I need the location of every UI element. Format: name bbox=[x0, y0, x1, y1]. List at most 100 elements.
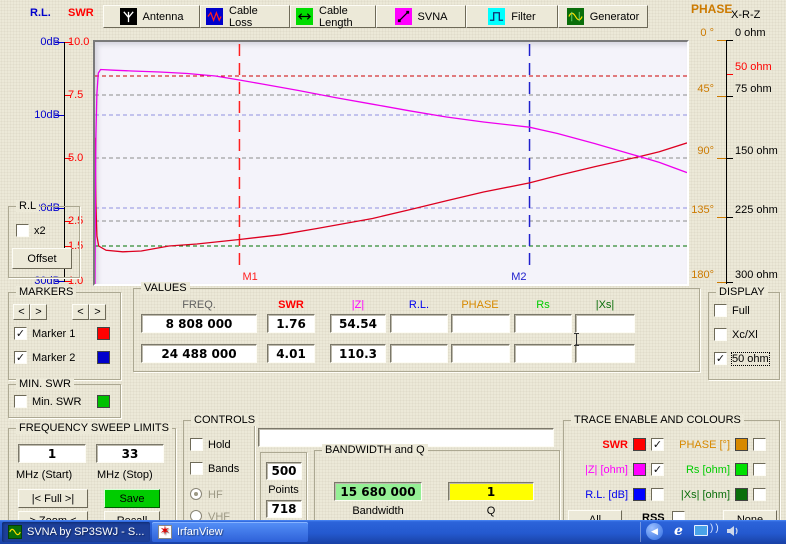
marker-label-m1: M1 bbox=[242, 271, 257, 283]
marker1-rs-value[interactable] bbox=[514, 314, 572, 333]
offset-button[interactable]: Offset bbox=[12, 248, 72, 269]
axis-tick bbox=[717, 282, 726, 283]
marker2-rl-value[interactable] bbox=[390, 344, 448, 363]
taskbar-task-irfanview-label: IrfanView bbox=[177, 526, 223, 538]
marker1-prev-button[interactable]: < bbox=[13, 304, 30, 320]
trace-item-phase: PHASE [°] bbox=[658, 438, 766, 451]
display-xcxl-checkbox[interactable] bbox=[714, 328, 727, 341]
marker1-phase-value[interactable] bbox=[451, 314, 510, 333]
marker2-label: Marker 2 bbox=[32, 352, 75, 364]
marker2-prev-button[interactable]: < bbox=[72, 304, 89, 320]
marker1-rl-value[interactable] bbox=[390, 314, 448, 333]
trace-phase-swatch[interactable] bbox=[735, 438, 748, 451]
hold-label: Hold bbox=[208, 439, 231, 451]
generator-tab-label: Generator bbox=[590, 11, 640, 23]
trace-rl-swatch[interactable] bbox=[633, 488, 646, 501]
tray-collapse-icon[interactable]: ◀ bbox=[646, 523, 663, 540]
plot-canvas: M1M2 bbox=[95, 42, 687, 284]
marker1-next-button[interactable]: > bbox=[30, 304, 47, 320]
bandwidth-value[interactable]: 15 680 000 bbox=[334, 482, 422, 501]
stop-freq-input[interactable]: 33 bbox=[96, 444, 164, 463]
hf-label: HF bbox=[208, 489, 223, 501]
trace-swr-swatch[interactable] bbox=[633, 438, 646, 451]
axis-tick bbox=[727, 40, 733, 41]
hold-checkbox[interactable] bbox=[190, 438, 203, 451]
values-header-rs: Rs bbox=[513, 299, 573, 311]
tray-network-icon[interactable] bbox=[694, 525, 708, 536]
start-freq-input[interactable]: 1 bbox=[18, 444, 86, 463]
taskbar-task-svna-label: SVNA by SP3SWJ - S... bbox=[27, 526, 144, 538]
marker2-swr-value[interactable]: 4.01 bbox=[267, 344, 315, 363]
z-axis-tick-label: 150 ohm bbox=[735, 145, 783, 157]
trace-item-rs: Rs [ohm] bbox=[658, 463, 766, 476]
bandwidth-group-title: BANDWIDTH and Q bbox=[322, 444, 428, 456]
svna-tab-button[interactable]: SVNA bbox=[376, 5, 466, 28]
rl-offset-group-title: R.L bbox=[16, 200, 39, 212]
marker1-color-swatch[interactable] bbox=[97, 327, 110, 340]
points-input[interactable]: 500 bbox=[266, 462, 302, 480]
values-header-rl: R.L. bbox=[389, 299, 449, 311]
marker2-color-swatch[interactable] bbox=[97, 351, 110, 364]
q-label: Q bbox=[448, 505, 534, 517]
trace-rs-checkbox[interactable] bbox=[753, 463, 766, 476]
tray-volume-icon[interactable] bbox=[726, 524, 740, 538]
trace-xs-checkbox[interactable] bbox=[753, 488, 766, 501]
values-header-z: |Z| bbox=[328, 299, 388, 311]
full-span-button[interactable]: |< Full >| bbox=[18, 489, 88, 508]
cable-loss-icon bbox=[206, 8, 223, 25]
marker2-next-button[interactable]: > bbox=[89, 304, 106, 320]
step-input[interactable]: 718 bbox=[266, 500, 302, 518]
z-axis-tick-label: 300 ohm bbox=[735, 269, 783, 281]
x2-checkbox[interactable] bbox=[16, 224, 29, 237]
trace-item-swr: SWR ✓ bbox=[556, 438, 664, 451]
display-full-checkbox[interactable] bbox=[714, 304, 727, 317]
cable-loss-tab-button[interactable]: Cable Loss bbox=[200, 5, 290, 28]
trace-xs-swatch[interactable] bbox=[735, 488, 748, 501]
svna-icon bbox=[395, 8, 412, 25]
tray-divider bbox=[640, 522, 641, 542]
axis-tick bbox=[55, 281, 64, 282]
filter-tab-button[interactable]: Filter bbox=[466, 5, 558, 28]
phase-axis-tick-label: 0 ° bbox=[684, 27, 714, 39]
swr-z-plot[interactable]: M1M2 bbox=[95, 42, 687, 284]
trace-phase-checkbox[interactable] bbox=[753, 438, 766, 451]
save-button[interactable]: Save bbox=[104, 489, 160, 508]
bands-checkbox[interactable] bbox=[190, 462, 203, 475]
antenna-tab-button[interactable]: Antenna bbox=[103, 5, 200, 28]
taskbar-task-svna[interactable]: SVNA by SP3SWJ - S... bbox=[2, 522, 150, 542]
axis-tick bbox=[727, 282, 733, 283]
axis-tick bbox=[717, 96, 726, 97]
swr-axis-tick-label: 5.0 bbox=[68, 152, 94, 164]
marker1-label: Marker 1 bbox=[32, 328, 75, 340]
svna-app-window: R.L. SWR PHASE X-R-Z Antenna Cable Loss … bbox=[0, 0, 786, 544]
marker2-z-value[interactable]: 110.3 bbox=[330, 344, 386, 363]
trace-zohm bbox=[95, 70, 687, 285]
tray-ie-icon[interactable]: e bbox=[670, 523, 687, 540]
hf-radio[interactable] bbox=[190, 488, 202, 500]
windows-taskbar: SVNA by SP3SWJ - S... ✶ IrfanView ◀ e ) … bbox=[0, 520, 786, 544]
marker1-freq-value[interactable]: 8 808 000 bbox=[141, 314, 257, 333]
min-swr-checkbox[interactable] bbox=[14, 395, 27, 408]
marker2-xs-value[interactable] bbox=[575, 344, 635, 363]
marker2-freq-value[interactable]: 24 488 000 bbox=[141, 344, 257, 363]
marker1-checkbox[interactable]: ✓ bbox=[14, 327, 27, 340]
marker1-xs-value[interactable] bbox=[575, 314, 635, 333]
trace-rs-swatch[interactable] bbox=[735, 463, 748, 476]
marker2-phase-value[interactable] bbox=[451, 344, 510, 363]
rl-axis-tick-label: 0dB bbox=[22, 36, 60, 48]
cable-length-tab-button[interactable]: Cable Length bbox=[290, 5, 376, 28]
trace-z-swatch[interactable] bbox=[633, 463, 646, 476]
marker2-rs-value[interactable] bbox=[514, 344, 572, 363]
marker1-z-value[interactable]: 54.54 bbox=[330, 314, 386, 333]
trace-swr-label: SWR bbox=[556, 439, 628, 451]
display-50ohm-checkbox[interactable]: ✓ bbox=[714, 352, 727, 365]
min-swr-color-swatch[interactable] bbox=[97, 395, 110, 408]
xrz-axis-title: X-R-Z bbox=[731, 9, 760, 21]
q-value[interactable]: 1 bbox=[448, 482, 534, 501]
marker2-checkbox[interactable]: ✓ bbox=[14, 351, 27, 364]
svna-tab-label: SVNA bbox=[418, 11, 448, 23]
axis-tick bbox=[727, 217, 733, 218]
generator-tab-button[interactable]: Generator bbox=[558, 5, 648, 28]
marker1-swr-value[interactable]: 1.76 bbox=[267, 314, 315, 333]
taskbar-task-irfanview[interactable]: ✶ IrfanView bbox=[152, 522, 308, 542]
